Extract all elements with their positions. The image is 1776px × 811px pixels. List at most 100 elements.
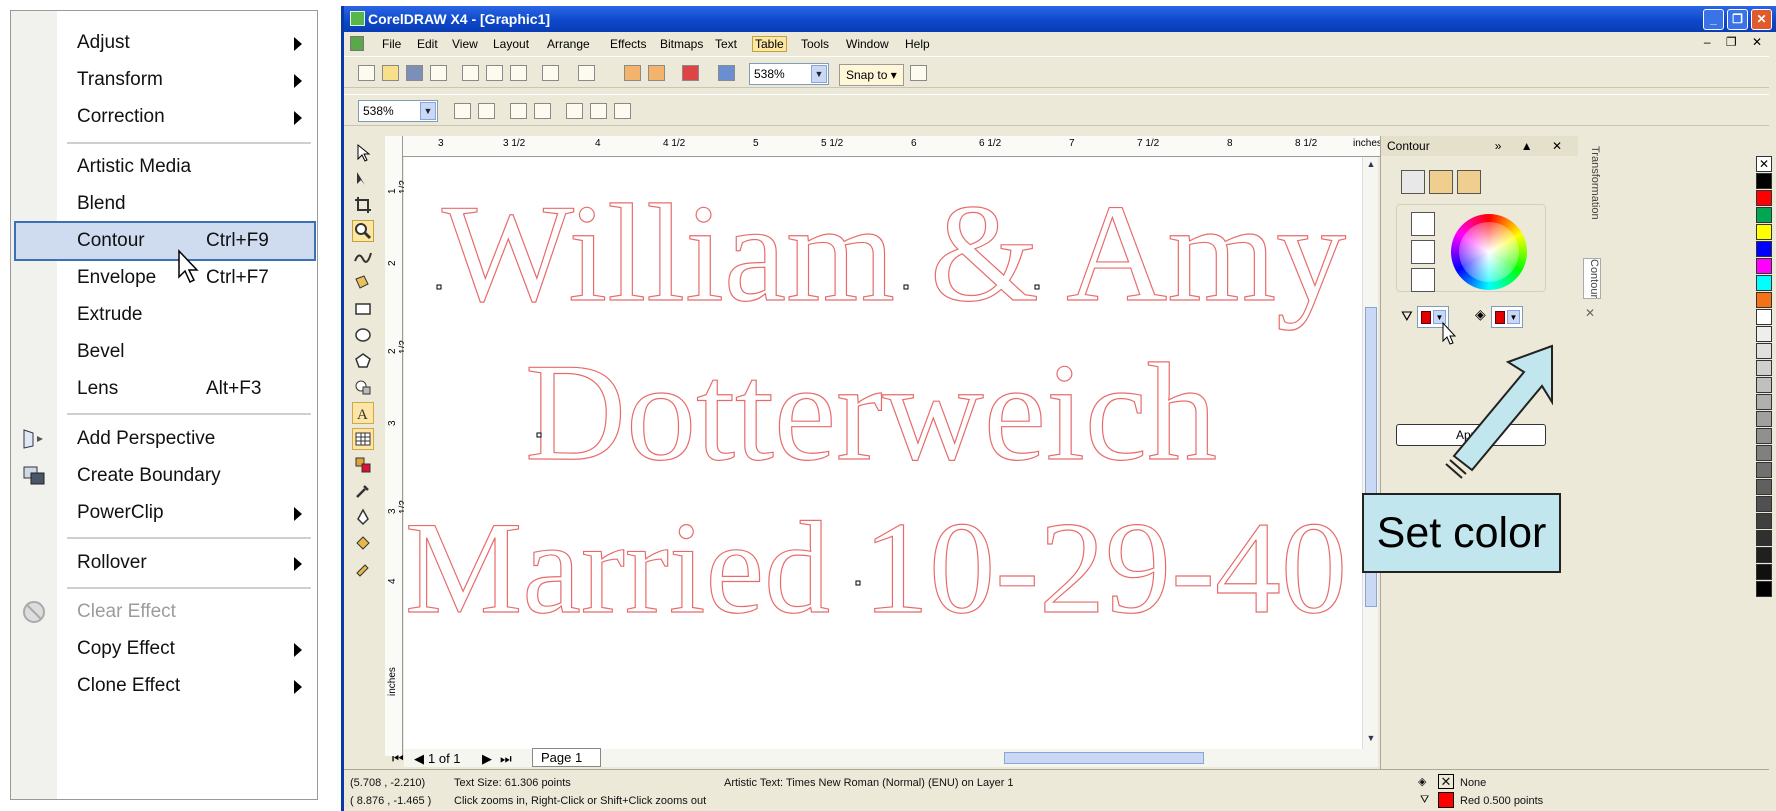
menu-layout[interactable]: Layout <box>493 37 529 51</box>
menu-item-artistic-media[interactable]: Artistic Media <box>11 149 317 185</box>
counterclockwise-color-icon[interactable] <box>1411 268 1435 292</box>
freehand-tool-icon[interactable] <box>352 246 374 268</box>
artwork-line-3[interactable]: Married 10-29-40 <box>404 493 1347 641</box>
menu-item-rollover[interactable]: Rollover <box>11 545 317 581</box>
menu-item-adjust[interactable]: Adjust <box>11 25 317 61</box>
menu-bitmaps[interactable]: Bitmaps <box>660 37 703 51</box>
palette-swatch[interactable] <box>1756 428 1772 444</box>
horizontal-ruler[interactable]: 3 3 1/2 4 4 1/2 5 5 1/2 6 6 1/2 7 7 1/2 … <box>385 136 1485 157</box>
palette-swatch[interactable] <box>1756 241 1772 257</box>
artwork-line-2[interactable]: Dotterweich <box>524 334 1217 490</box>
palette-swatch[interactable] <box>1756 394 1772 410</box>
polygon-tool-icon[interactable] <box>352 350 374 372</box>
menu-item-clone-effect[interactable]: Clone Effect <box>11 668 317 704</box>
menu-item-create-boundary[interactable]: Create Boundary <box>11 458 317 494</box>
text-tool-icon[interactable]: A <box>352 402 374 424</box>
zoom-level-select-2[interactable]: 538% ▼ <box>358 100 438 122</box>
menu-item-blend[interactable]: Blend <box>11 186 317 222</box>
rectangle-tool-icon[interactable] <box>352 298 374 320</box>
palette-swatch[interactable] <box>1756 326 1772 342</box>
inside-contour-button[interactable] <box>1429 170 1453 194</box>
minimize-button[interactable]: _ <box>1703 9 1724 30</box>
drawing-canvas[interactable]: William & Amy Dotterweich Married 10-29-… <box>404 157 1362 749</box>
menu-table[interactable]: Table <box>752 36 787 52</box>
node-handle[interactable] <box>1034 284 1040 290</box>
welcome-screen-icon[interactable] <box>718 65 735 81</box>
docker-collapse-icon[interactable]: » ▲ ✕ <box>1495 136 1570 156</box>
palette-swatch[interactable] <box>1756 224 1772 240</box>
menu-file[interactable]: File <box>382 37 401 51</box>
menu-help[interactable]: Help <box>905 37 930 51</box>
vertical-scrollbar[interactable]: ▲ ▼ <box>1362 157 1378 749</box>
zoom-tool-icon[interactable] <box>352 220 374 242</box>
menu-effects[interactable]: Effects <box>610 37 646 51</box>
palette-swatch[interactable] <box>1756 275 1772 291</box>
interactive-blend-tool-icon[interactable] <box>352 454 374 476</box>
menu-text[interactable]: Text <box>715 37 737 51</box>
page-nav-prev-icon[interactable]: ◀ <box>414 751 424 767</box>
zoom-in-icon[interactable] <box>454 103 471 119</box>
palette-swatch[interactable] <box>1756 564 1772 580</box>
fill-color-picker[interactable]: ▼ <box>1491 306 1523 328</box>
menu-item-copy-effect[interactable]: Copy Effect <box>11 631 317 667</box>
undo-icon[interactable] <box>542 65 559 81</box>
to-center-contour-button[interactable] <box>1401 170 1425 194</box>
basic-shapes-tool-icon[interactable] <box>352 376 374 398</box>
zoom-to-page-icon[interactable] <box>566 103 583 119</box>
export-icon[interactable] <box>648 65 665 81</box>
zoom-to-height-icon[interactable] <box>614 103 631 119</box>
palette-swatch[interactable] <box>1756 343 1772 359</box>
outside-contour-button[interactable] <box>1457 170 1481 194</box>
palette-swatch[interactable] <box>1756 513 1772 529</box>
menu-item-lens[interactable]: Lens Alt+F3 <box>11 371 317 407</box>
zoom-to-all-icon[interactable] <box>534 103 551 119</box>
page-nav-first-icon[interactable]: ⏮ <box>392 751 404 767</box>
shape-tool-icon[interactable] <box>352 168 374 190</box>
snap-to-button[interactable]: Snap to ▾ <box>839 64 904 86</box>
zoom-level-select[interactable]: 538% ▼ <box>749 63 829 85</box>
application-launcher-icon[interactable] <box>682 65 699 81</box>
palette-swatch[interactable] <box>1756 496 1772 512</box>
zoom-out-icon[interactable] <box>478 103 495 119</box>
interactive-fill-tool-icon[interactable] <box>352 558 374 580</box>
new-icon[interactable] <box>358 65 375 81</box>
palette-swatch[interactable] <box>1756 411 1772 427</box>
palette-swatch[interactable] <box>1756 190 1772 206</box>
menu-tools[interactable]: Tools <box>801 37 829 51</box>
palette-swatch[interactable] <box>1756 479 1772 495</box>
menu-item-bevel[interactable]: Bevel <box>11 334 317 370</box>
palette-swatch[interactable] <box>1756 377 1772 393</box>
menu-item-envelope[interactable]: Envelope Ctrl+F7 <box>11 260 317 296</box>
vertical-ruler[interactable]: 1 1/2 2 2 1/2 3 3 1/2 4 inches <box>385 136 409 756</box>
scroll-up-arrow-icon[interactable]: ▲ <box>1365 159 1377 171</box>
cut-icon[interactable] <box>462 65 479 81</box>
page-tab[interactable]: Page 1 <box>532 748 602 767</box>
palette-swatch[interactable] <box>1756 292 1772 308</box>
menu-arrange[interactable]: Arrange <box>547 37 590 51</box>
linear-color-icon[interactable] <box>1411 212 1435 236</box>
document-window-controls[interactable]: – ❐ ✕ <box>1704 35 1768 49</box>
eyedropper-tool-icon[interactable] <box>352 480 374 502</box>
open-icon[interactable] <box>382 65 399 81</box>
page-nav-next-icon[interactable]: ▶ <box>482 751 492 767</box>
node-handle[interactable] <box>536 432 542 438</box>
save-icon[interactable] <box>406 65 423 81</box>
tab-transformation[interactable]: Transformation <box>1583 146 1601 220</box>
copy-icon[interactable] <box>486 65 503 81</box>
palette-no-color-swatch[interactable]: ✕ <box>1756 156 1772 172</box>
palette-swatch[interactable] <box>1756 530 1772 546</box>
palette-swatch[interactable] <box>1756 581 1772 597</box>
redo-icon[interactable] <box>578 65 595 81</box>
table-tool-icon[interactable] <box>352 428 374 450</box>
crop-tool-icon[interactable] <box>352 194 374 216</box>
menu-window[interactable]: Window <box>846 37 889 51</box>
menu-edit[interactable]: Edit <box>417 37 438 51</box>
paste-icon[interactable] <box>510 65 527 81</box>
scroll-thumb[interactable] <box>1004 752 1204 764</box>
clockwise-color-icon[interactable] <box>1411 240 1435 264</box>
palette-swatch[interactable] <box>1756 547 1772 563</box>
fill-tool-icon[interactable] <box>352 532 374 554</box>
palette-swatch[interactable] <box>1756 360 1772 376</box>
close-button[interactable]: ✕ <box>1751 9 1772 30</box>
node-handle[interactable] <box>436 284 442 290</box>
